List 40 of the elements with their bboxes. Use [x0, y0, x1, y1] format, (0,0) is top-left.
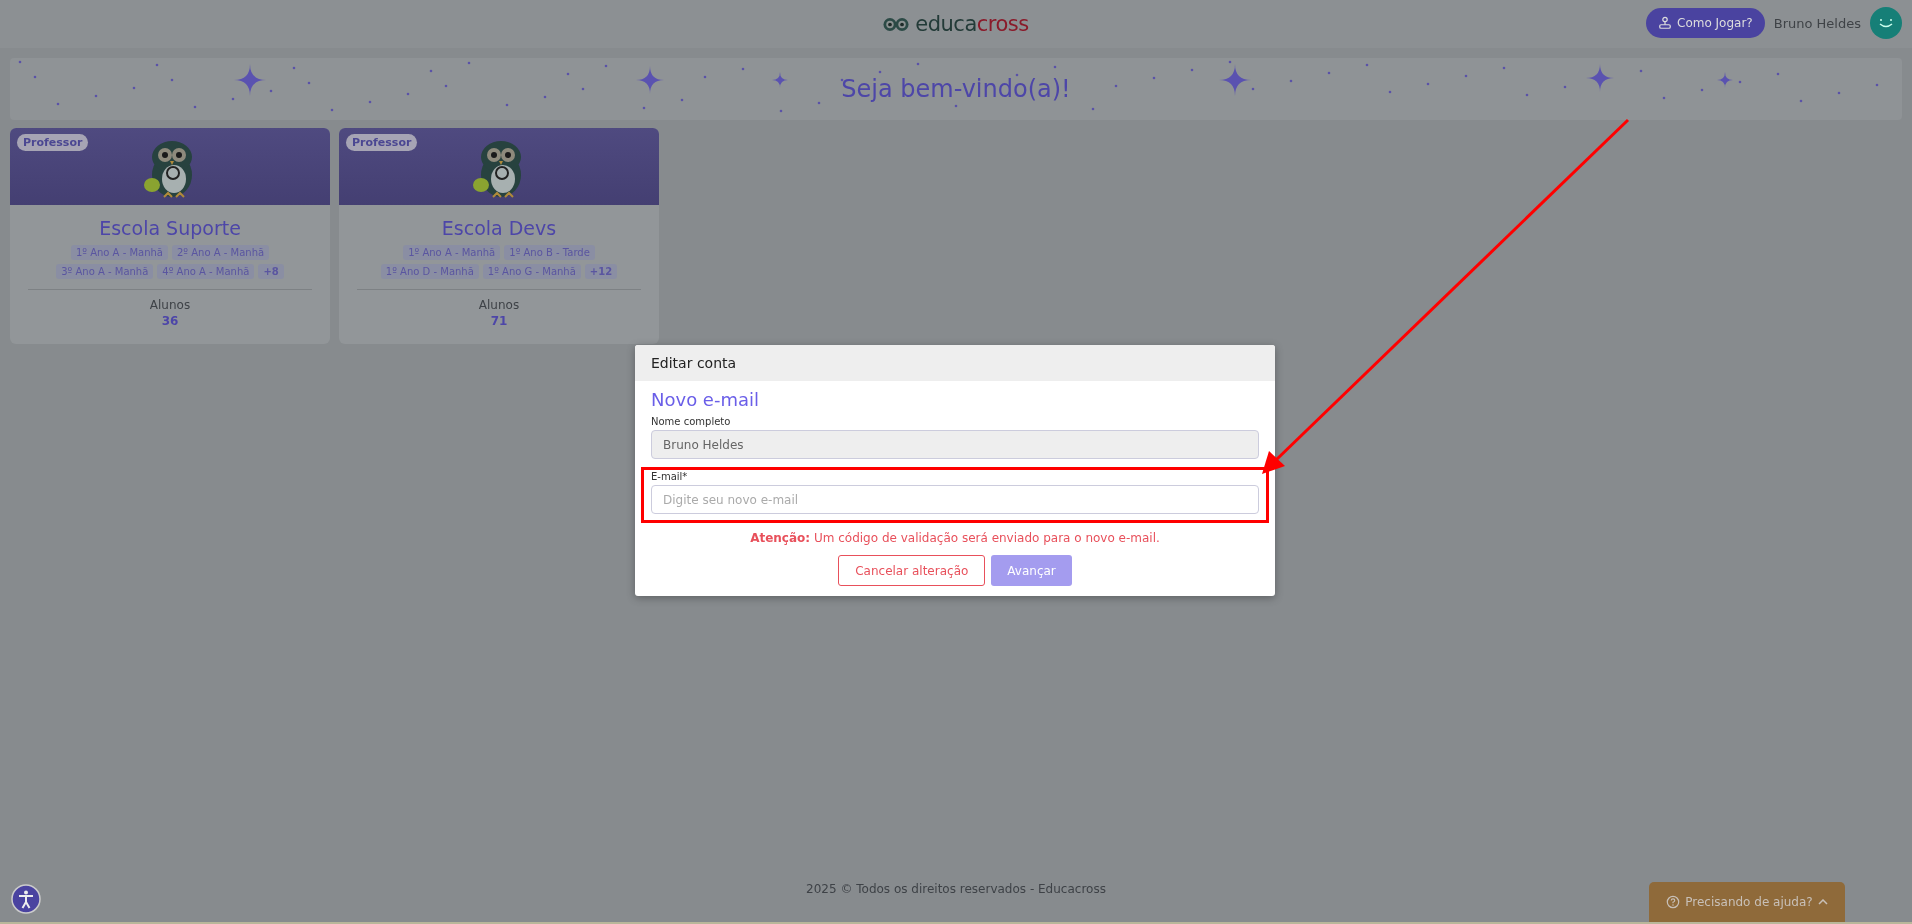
cancel-button[interactable]: Cancelar alteração: [838, 555, 986, 586]
avatar-icon[interactable]: [1870, 7, 1902, 39]
question-icon: [1666, 895, 1681, 909]
chevron-up-icon: [1817, 899, 1828, 905]
input-field[interactable]: Digite seu novo e-mail: [651, 485, 1259, 514]
copyright-text: 2025 © Todos os direitos reservados - Educacross: [806, 882, 1106, 896]
accessibility-icon[interactable]: [11, 884, 41, 914]
class-tag: 1º Ano A - Manhã: [70, 245, 168, 260]
school-name: Escola Suporte: [99, 217, 241, 239]
owl-eyes-icon: [883, 15, 910, 33]
school-name: Escola Devs: [441, 217, 557, 239]
sparkle-icon: [772, 72, 788, 88]
role-badge: Professor: [17, 134, 89, 151]
class-tag: 3º Ano A - Manhã: [56, 264, 154, 279]
more-classes-tag: +12: [584, 264, 618, 279]
field-label: Nome completo: [651, 416, 732, 427]
role-badge: Professor: [346, 134, 418, 151]
user-name: Bruno Heldes: [1773, 15, 1861, 31]
students-count: 71: [490, 314, 508, 328]
help-button[interactable]: Precisando de ajuda?: [1649, 882, 1845, 922]
school-card[interactable]: Professor Escola Suporte 1º Ano A - Manhã 2º Ano A - Manhã 3º Ano A - Manhã 4º Ano A - Manhã +8 Alunos 36: [10, 128, 330, 344]
class-tag: 1º Ano B - Tarde: [504, 245, 595, 260]
sparkle-icon: [1717, 72, 1733, 88]
logo-text: educacross: [915, 12, 1029, 36]
students-label: Alunos: [149, 298, 191, 312]
welcome-title: Seja bem-vindo(a)!: [841, 75, 1071, 103]
class-tag: 1º Ano A - Manhã: [403, 245, 501, 260]
class-tag: 1º Ano G - Manhã: [482, 264, 581, 279]
dialog-title: Editar conta: [635, 345, 1275, 381]
class-tag: 2º Ano A - Manhã: [172, 245, 270, 260]
warning-text: Atenção: Um código de validação será enviado para o novo e-mail.: [749, 531, 1161, 545]
joystick-icon: [1658, 16, 1672, 30]
students-label: Alunos: [478, 298, 520, 312]
logo[interactable]: educacross: [883, 12, 1029, 36]
more-classes-tag: +8: [258, 264, 284, 279]
students-count: 36: [161, 314, 179, 328]
class-tag: 4º Ano A - Manhã: [157, 264, 255, 279]
form-heading: Novo e-mail: [651, 389, 760, 410]
how-to-play-button[interactable]: Como Jogar?: [1646, 8, 1765, 38]
field-label: E-mail*: [651, 471, 689, 482]
